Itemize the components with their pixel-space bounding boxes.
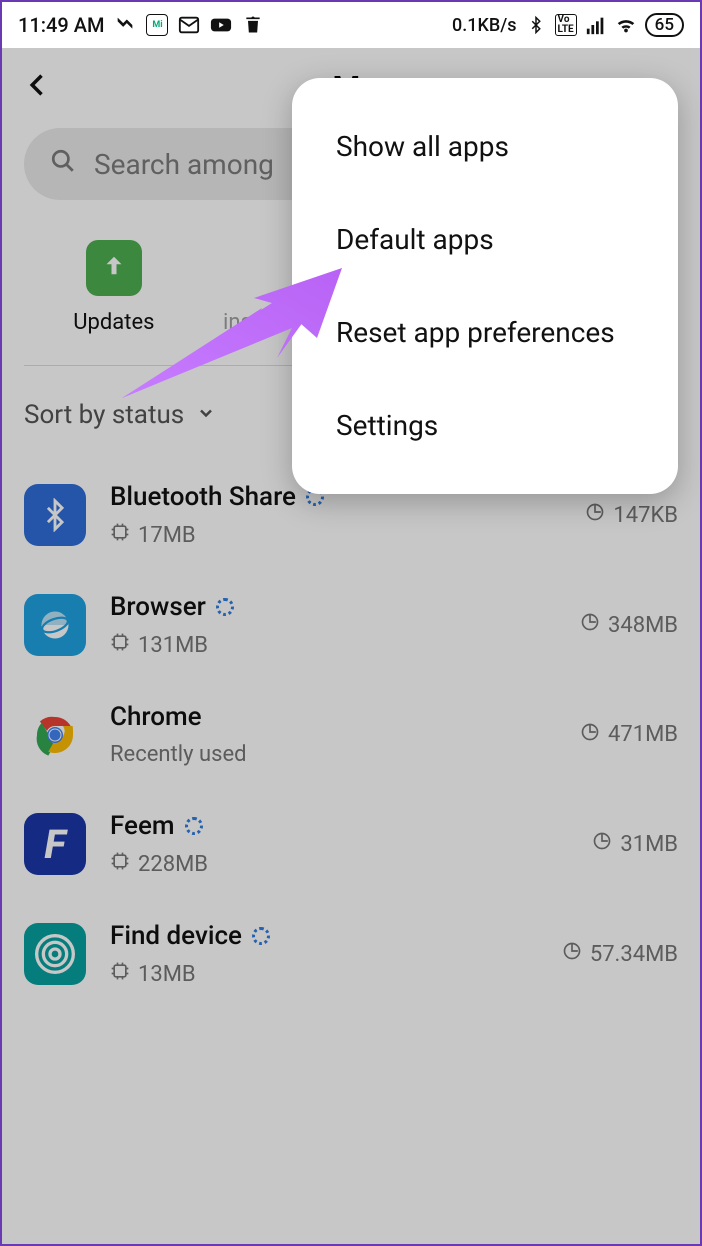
menu-default-apps[interactable]: Default apps xyxy=(292,193,678,286)
bluetooth-icon xyxy=(525,14,547,36)
overflow-menu: Show all apps Default apps Reset app pre… xyxy=(292,78,678,494)
volte-icon: VoLTE xyxy=(555,14,577,36)
menu-reset-preferences[interactable]: Reset app preferences xyxy=(292,286,678,379)
status-time: 11:49 AM xyxy=(18,13,104,37)
trash-icon xyxy=(242,14,264,36)
status-speed: 0.1KB/s xyxy=(452,15,517,36)
battery-indicator: 65 xyxy=(645,13,684,37)
missed-call-icon xyxy=(114,14,136,36)
wifi-icon xyxy=(615,14,637,36)
youtube-icon xyxy=(210,14,232,36)
menu-show-all-apps[interactable]: Show all apps xyxy=(292,100,678,193)
signal-icon xyxy=(585,14,607,36)
mi-credit-icon: Mi xyxy=(146,14,168,36)
status-bar: 11:49 AM Mi 0.1KB/s VoLTE 65 xyxy=(2,2,700,48)
gmail-icon xyxy=(178,14,200,36)
menu-settings[interactable]: Settings xyxy=(292,379,678,472)
